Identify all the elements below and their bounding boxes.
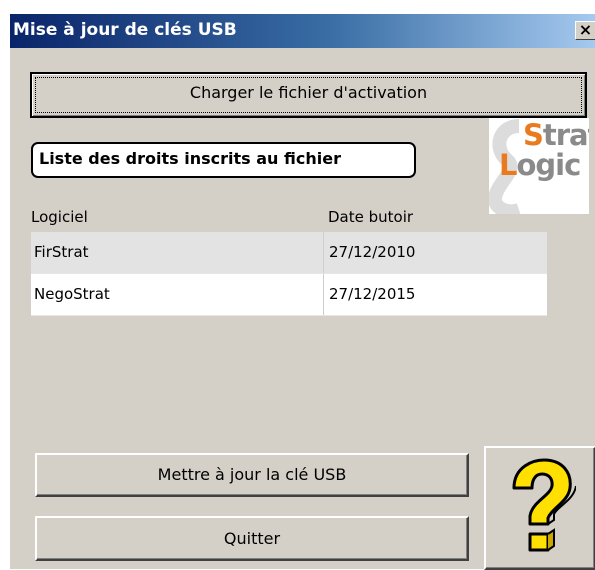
stratlogic-logo: Strat Logic <box>489 118 589 214</box>
window-title: Mise à jour de clés USB <box>13 20 237 40</box>
software-cell[interactable]: NegoStrat <box>31 274 324 315</box>
column-header-software: Logiciel <box>31 208 88 226</box>
close-button[interactable]: × <box>575 21 595 40</box>
software-cell[interactable]: FirStrat <box>31 232 324 273</box>
table-row[interactable]: FirStrat 27/12/2010 <box>31 232 547 274</box>
rights-list-label: Liste des droits inscrits au fichier <box>31 142 416 178</box>
logo-logic-text: Logic <box>499 148 581 182</box>
deadline-cell[interactable]: 27/12/2010 <box>324 232 547 273</box>
load-activation-file-label: Charger le fichier d'activation <box>189 83 428 102</box>
load-activation-file-button[interactable]: Charger le fichier d'activation <box>30 72 587 118</box>
logo-strat-text: Strat <box>523 118 589 152</box>
deadline-cell[interactable]: 27/12/2015 <box>324 274 547 315</box>
quit-label: Quitter <box>223 529 281 548</box>
rights-grid: FirStrat 27/12/2010 NegoStrat 27/12/2015 <box>31 232 547 316</box>
column-header-deadline: Date butoir <box>328 208 414 226</box>
help-button[interactable] <box>484 446 595 570</box>
close-icon: × <box>578 20 593 39</box>
update-usb-key-button[interactable]: Mettre à jour la clé USB <box>35 453 469 497</box>
update-usb-key-label: Mettre à jour la clé USB <box>157 465 347 484</box>
table-row[interactable]: NegoStrat 27/12/2015 <box>31 274 547 316</box>
question-mark-icon <box>512 458 576 552</box>
quit-button[interactable]: Quitter <box>35 516 469 561</box>
title-bar: Mise à jour de clés USB × <box>10 14 595 48</box>
dialog-window: Mise à jour de clés USB × Charger le fic… <box>9 13 595 570</box>
